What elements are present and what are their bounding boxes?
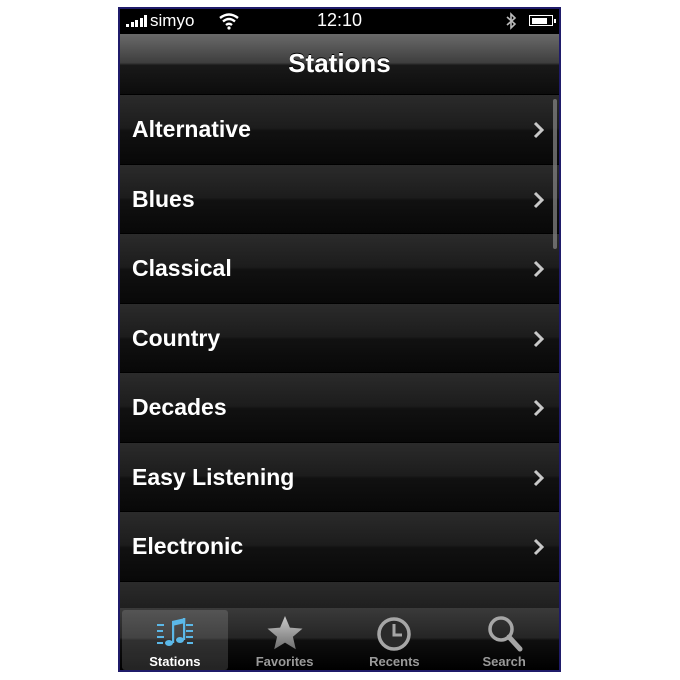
chevron-right-icon <box>533 121 545 139</box>
tab-label: Stations <box>149 654 201 669</box>
list-item[interactable] <box>120 581 559 608</box>
chevron-right-icon <box>533 330 545 347</box>
list-item[interactable]: Country <box>120 303 559 373</box>
list-item[interactable]: Blues <box>120 164 559 234</box>
chevron-right-icon <box>533 191 545 208</box>
navigation-bar: Stations <box>120 34 559 95</box>
list-item[interactable]: Easy Listening <box>120 442 559 512</box>
scroll-indicator[interactable] <box>553 99 557 249</box>
chevron-right-icon <box>533 538 545 556</box>
list-item[interactable]: Classical <box>120 234 559 304</box>
bluetooth-icon <box>506 12 517 30</box>
phone-screen: simyo 12:10 Stations Alternative Blues C… <box>118 7 561 672</box>
list-item[interactable]: Alternative <box>120 95 559 165</box>
tab-favorites[interactable]: Favorites <box>232 610 338 670</box>
list-item-label: Decades <box>132 394 227 420</box>
status-bar: simyo 12:10 <box>120 9 559 34</box>
list-item-label: Easy Listening <box>132 463 295 490</box>
clock-icon <box>377 617 412 651</box>
list-item-label: Alternative <box>132 116 251 142</box>
tab-label: Search <box>482 654 526 669</box>
chevron-right-icon <box>533 399 545 417</box>
tab-label: Recents <box>369 654 420 669</box>
status-time: 12:10 <box>316 10 363 30</box>
tab-search[interactable]: Search <box>451 610 557 670</box>
list-item-label: Electronic <box>132 533 244 559</box>
chevron-right-icon <box>533 260 545 278</box>
star-icon <box>267 616 303 650</box>
battery-icon <box>529 15 556 26</box>
tab-stations[interactable]: Stations <box>122 610 228 670</box>
tab-bar: Stations Favorites Recents Search <box>120 608 559 670</box>
list-item-label: Classical <box>132 255 232 281</box>
list-item[interactable]: Decades <box>120 373 559 443</box>
search-icon <box>488 616 523 652</box>
page-title: Stations <box>288 48 391 78</box>
list-item-label: Country <box>132 324 221 351</box>
list-item[interactable]: Electronic <box>120 512 559 582</box>
stations-list[interactable]: Alternative Blues Classical Country Deca… <box>120 95 559 608</box>
tab-label: Favorites <box>255 654 314 669</box>
chevron-right-icon <box>533 469 545 486</box>
music-notes-icon <box>156 618 193 646</box>
tab-recents[interactable]: Recents <box>342 610 448 670</box>
list-item-label: Blues <box>132 185 195 212</box>
